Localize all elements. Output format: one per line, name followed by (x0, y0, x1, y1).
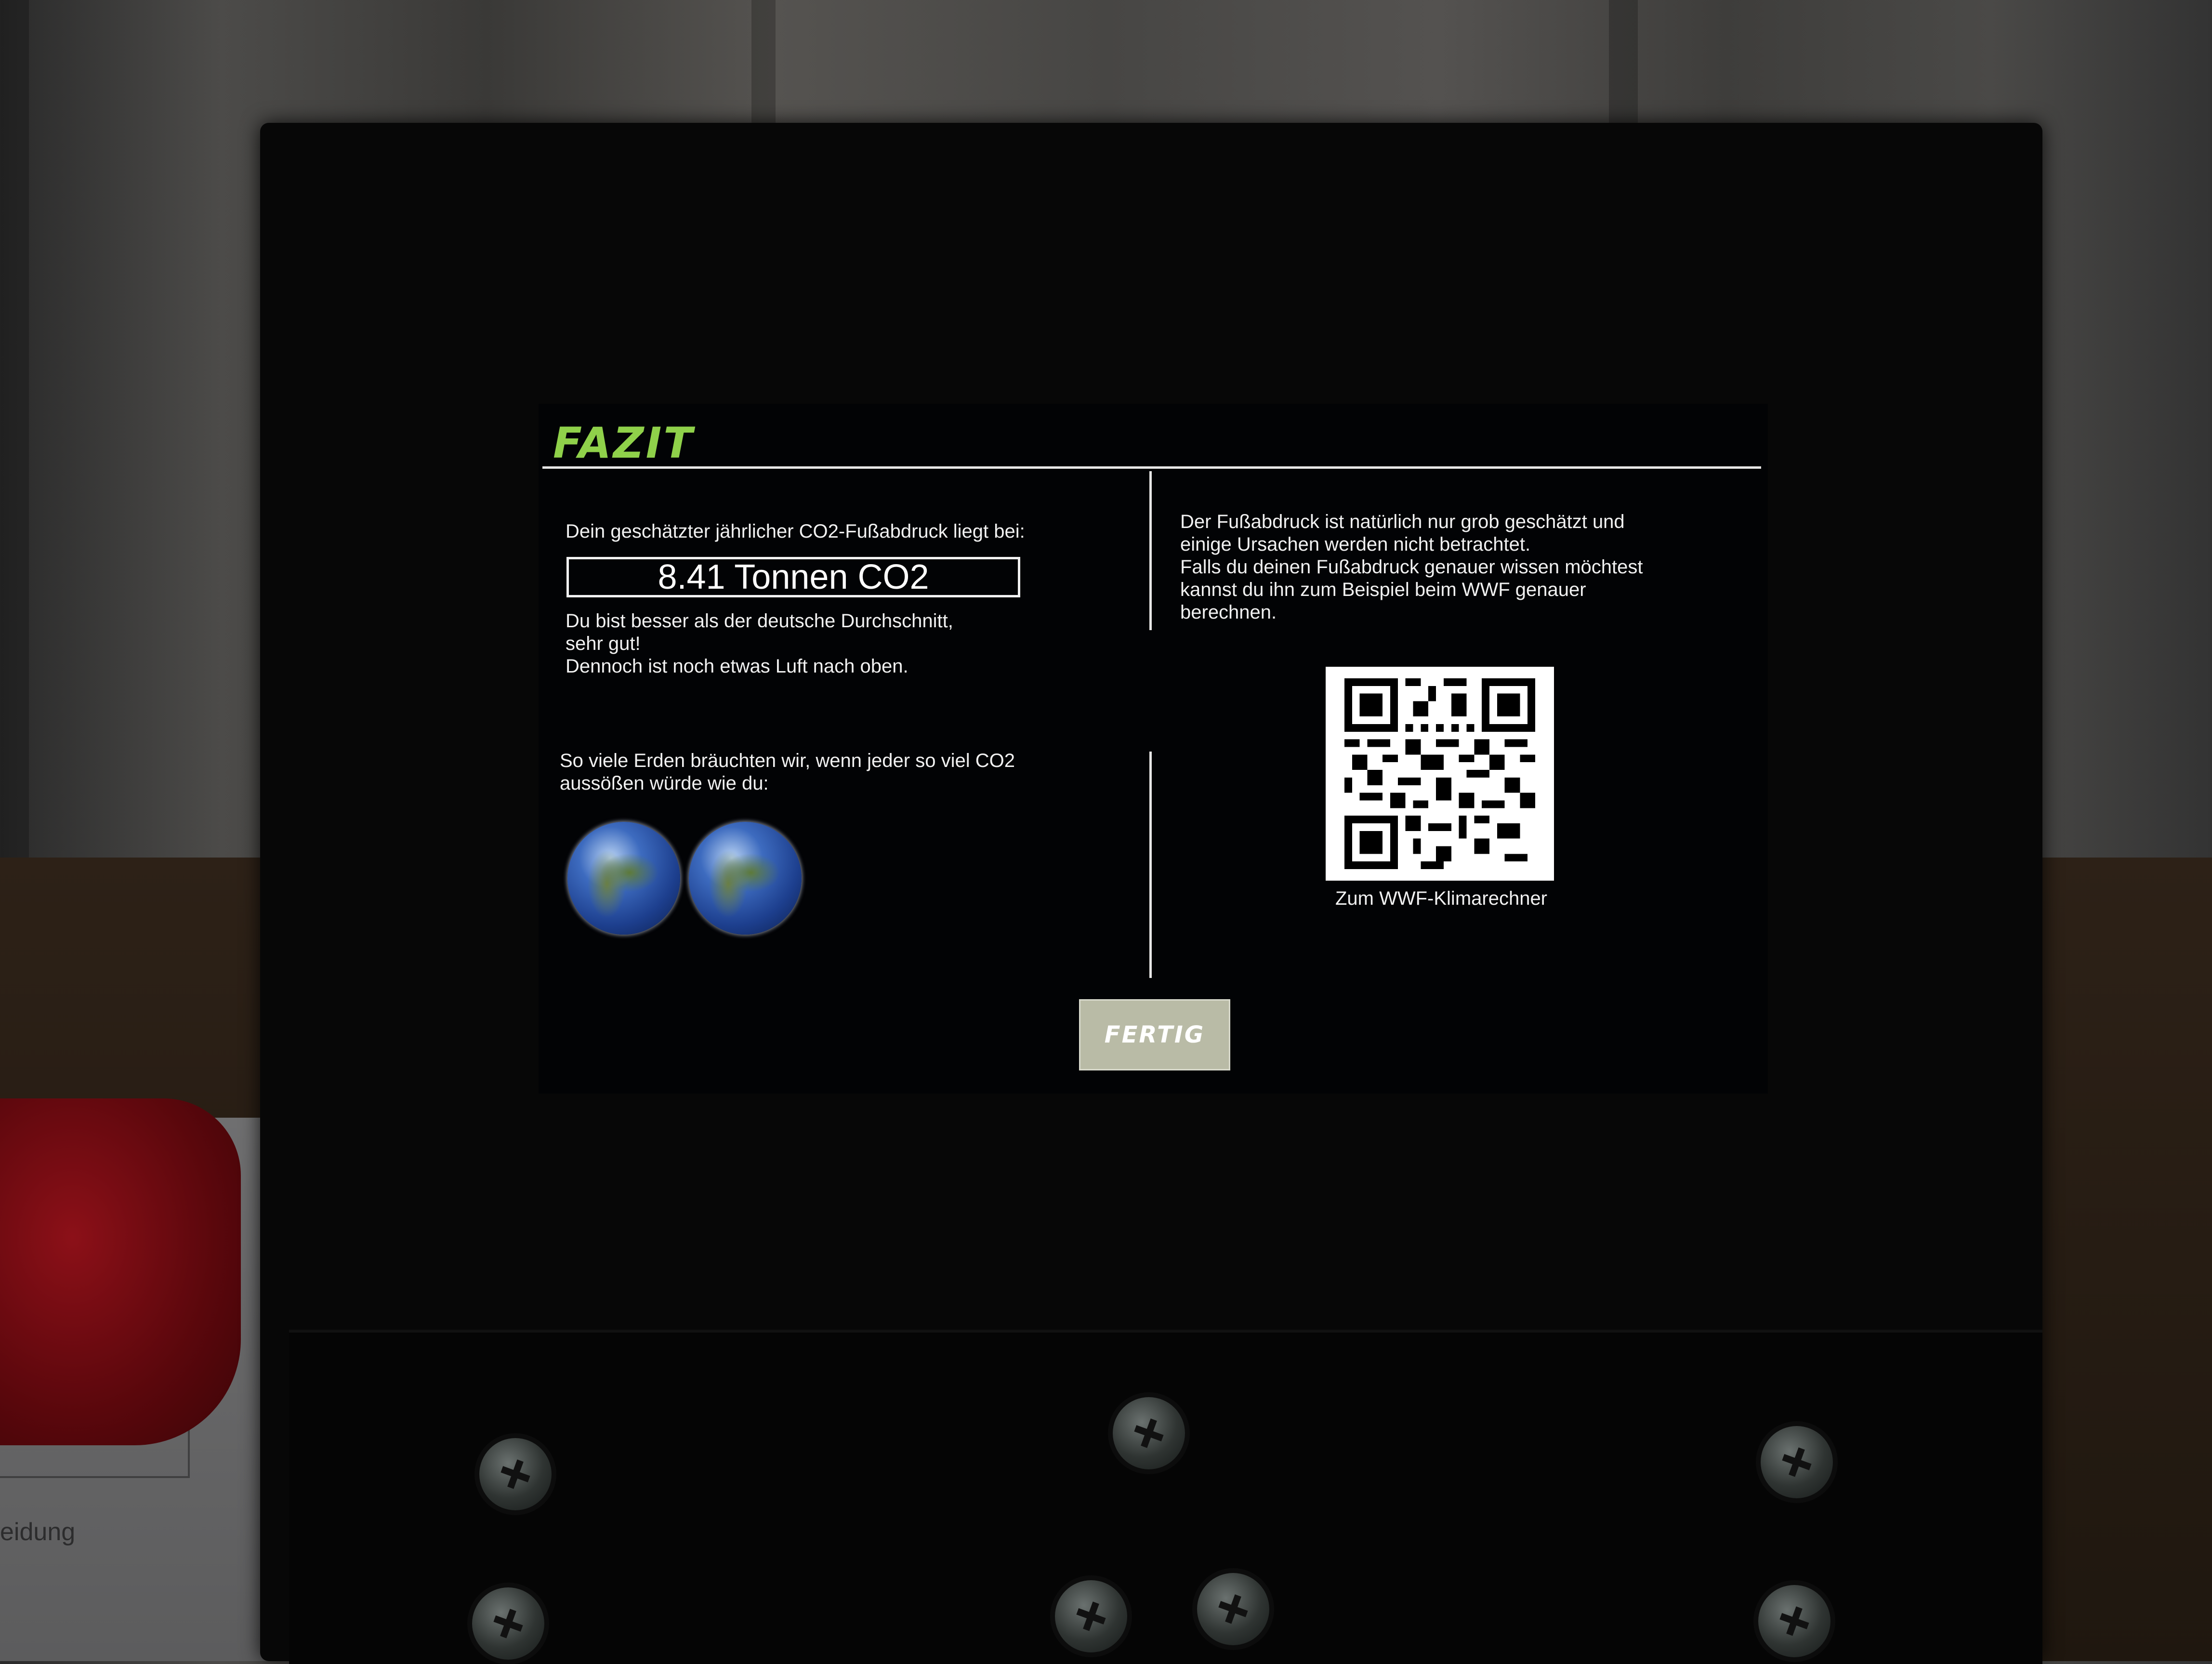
earths-label: So viele Erden bräuchten wir, wenn jeder… (560, 750, 1015, 794)
footprint-intro-text: Dein geschätzter jährlicher CO2-Fußabdru… (566, 521, 1025, 542)
info-text: Der Fußabdruck ist natürlich nur grob ge… (1180, 511, 1643, 623)
wall-plank (0, 0, 29, 867)
footprint-value-box: 8.41 Tonnen CO2 (566, 557, 1020, 597)
column-divider-bottom (1149, 752, 1152, 978)
screw-icon (1055, 1580, 1127, 1652)
comparison-text: Du bist besser als der deutsche Durchsch… (566, 610, 953, 677)
screw-icon (472, 1587, 544, 1660)
earth-icon (689, 822, 802, 935)
header-divider (542, 466, 1761, 469)
qr-caption: Zum WWF-Klimarechner (1335, 888, 1548, 909)
screw-icon (479, 1438, 552, 1510)
page-title: FAZIT (553, 418, 695, 468)
qr-code[interactable] (1326, 667, 1554, 881)
screw-icon (1761, 1426, 1833, 1498)
screw-icon (1758, 1585, 1830, 1657)
display-screen: FAZIT Dein geschätzter jährlicher CO2-Fu… (539, 404, 1768, 1094)
earths-row (567, 822, 802, 935)
screw-icon (1197, 1573, 1269, 1645)
screw-icon (1113, 1397, 1185, 1469)
qr-code-icon (1344, 678, 1535, 869)
paper-text: eidung (0, 1518, 76, 1546)
done-button[interactable]: FERTIG (1079, 999, 1230, 1070)
red-cup (0, 1098, 241, 1445)
column-divider-top (1149, 471, 1152, 630)
earth-icon (567, 822, 680, 935)
